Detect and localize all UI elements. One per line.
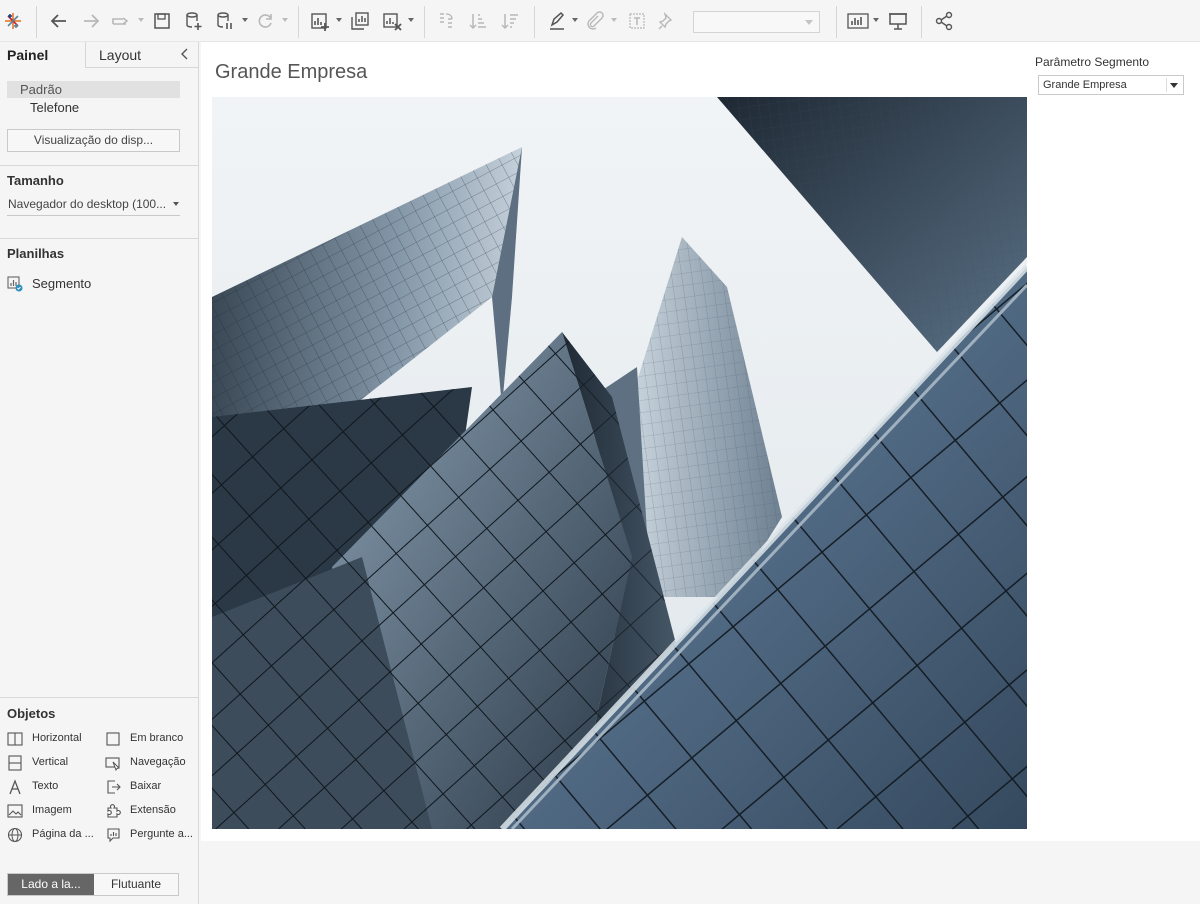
device-preview-button[interactable]: Visualização do disp... <box>7 129 180 152</box>
sheet-label: Segmento <box>32 276 92 291</box>
tableau-logo-icon[interactable] <box>1 9 25 33</box>
extension-icon <box>105 803 121 822</box>
show-me-icon[interactable] <box>846 9 870 33</box>
building-photo <box>212 97 1027 829</box>
divider <box>0 238 198 239</box>
new-datasource-icon[interactable] <box>182 9 206 33</box>
panel-tabs: Painel Layout <box>0 42 198 68</box>
group-icon[interactable] <box>583 9 607 33</box>
tab-painel[interactable]: Painel <box>0 42 85 68</box>
new-worksheet-icon[interactable] <box>308 9 332 33</box>
fit-dropdown[interactable] <box>693 11 820 33</box>
text-icon <box>7 779 23 798</box>
replay-icon[interactable] <box>109 9 133 33</box>
labels-icon[interactable] <box>625 9 649 33</box>
vertical-container-icon <box>7 755 23 774</box>
chevron-left-icon[interactable] <box>180 48 190 63</box>
download-icon <box>105 779 121 798</box>
duplicate-sheet-icon[interactable] <box>348 9 372 33</box>
save-icon[interactable] <box>150 9 174 33</box>
chevron-down-icon <box>173 202 179 206</box>
undo-icon[interactable] <box>47 9 71 33</box>
presentation-icon[interactable] <box>886 9 910 33</box>
left-panel: Painel Layout Padrão Telefone Visualizaç… <box>0 42 199 904</box>
horizontal-container-icon <box>7 731 23 750</box>
sort-ascending-icon[interactable] <box>466 9 490 33</box>
worksheet-used-icon <box>7 276 23 295</box>
parameter-value: Grande Empresa <box>1043 79 1127 91</box>
navigation-icon <box>105 755 121 774</box>
chevron-down-icon <box>1170 83 1178 88</box>
tiled-button[interactable]: Lado a la... <box>8 874 94 895</box>
web-page-icon <box>7 827 23 846</box>
highlight-icon[interactable] <box>545 9 569 33</box>
skyscrapers-image[interactable] <box>212 97 1027 829</box>
parameter-label: Parâmetro Segmento <box>1035 55 1150 69</box>
refresh-icon[interactable] <box>253 9 277 33</box>
dashboard-title: Grande Empresa <box>215 61 368 83</box>
sheets-title: Planilhas <box>7 246 65 261</box>
sort-descending-icon[interactable] <box>498 9 522 33</box>
clear-sheet-icon[interactable] <box>380 9 404 33</box>
dashboard-canvas: Grande Empresa Parâmetro Segmento Grande… <box>201 42 1200 841</box>
layout-mode-toggle: Lado a la... Flutuante <box>7 873 179 896</box>
divider <box>0 165 198 166</box>
objects-title: Objetos <box>7 706 56 721</box>
device-default[interactable]: Padrão <box>7 81 180 98</box>
swap-icon[interactable] <box>434 9 458 33</box>
divider <box>0 697 198 698</box>
toolbar <box>0 0 1200 42</box>
chevron-down-icon <box>805 20 813 25</box>
share-icon[interactable] <box>932 9 956 33</box>
size-dropdown[interactable]: Navegador do desktop (100... <box>7 196 180 216</box>
fix-axes-icon[interactable] <box>655 9 679 33</box>
size-value: Navegador do desktop (100... <box>8 197 167 211</box>
floating-button[interactable]: Flutuante <box>94 874 178 895</box>
size-title: Tamanho <box>7 173 64 188</box>
image-icon <box>7 803 23 822</box>
ask-data-icon <box>105 827 121 846</box>
device-phone[interactable]: Telefone <box>7 99 180 116</box>
redo-icon[interactable] <box>79 9 103 33</box>
parameter-dropdown[interactable]: Grande Empresa <box>1038 75 1184 95</box>
blank-icon <box>105 731 121 750</box>
pause-updates-icon[interactable] <box>213 9 237 33</box>
